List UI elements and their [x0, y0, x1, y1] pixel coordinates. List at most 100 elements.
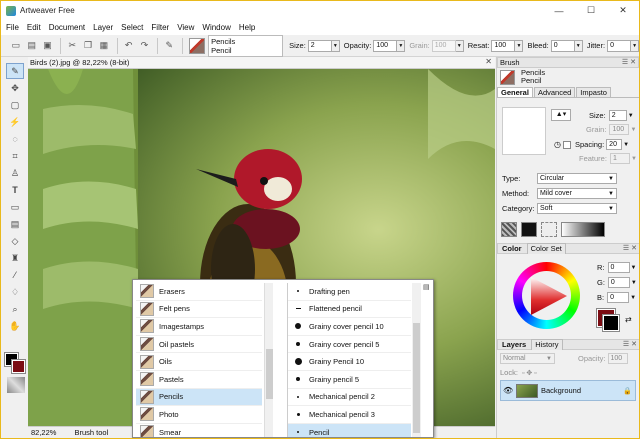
eyedropper-icon[interactable]: ⁄ — [6, 267, 24, 283]
menu-filter[interactable]: Filter — [151, 23, 169, 32]
brush-scrollbar[interactable] — [412, 283, 421, 437]
text-tool-icon[interactable]: T — [6, 182, 24, 198]
list-item[interactable]: Grainy cover pencil 10 — [288, 318, 411, 336]
magic-wand-icon[interactable]: ⚡ — [6, 114, 24, 130]
redo-icon[interactable]: ↷ — [138, 39, 152, 53]
brush-selector[interactable]: Pencils Pencil — [189, 34, 284, 57]
size-dropdown-icon[interactable]: ▼ — [331, 39, 340, 52]
opacity-input[interactable]: 100 — [373, 39, 398, 52]
grain-input[interactable]: 100 — [609, 124, 630, 135]
lock-icons[interactable]: ▫ ✥ ▫ — [522, 369, 537, 377]
list-item[interactable]: Mechanical pencil 3 — [288, 406, 411, 424]
close-button[interactable]: ✕ — [607, 1, 639, 20]
panel-menu-icon[interactable]: ☰ ✕ — [623, 340, 637, 348]
color-swatches[interactable] — [4, 352, 26, 375]
menu-file[interactable]: File — [6, 23, 19, 32]
list-item[interactable]: Grainy pencil 5 — [288, 371, 411, 389]
fill-bucket-icon[interactable]: ♜ — [6, 250, 24, 266]
eraser-icon[interactable]: ◇ — [6, 233, 24, 249]
zoom-icon[interactable]: ⌕ — [6, 301, 24, 317]
jitter-dropdown-icon[interactable]: ▼ — [631, 39, 639, 52]
spacing-checkbox[interactable] — [562, 140, 571, 149]
size-dropdown-icon[interactable]: ▼ — [628, 113, 634, 119]
spacing-input[interactable]: 20 — [606, 139, 623, 150]
brush-tool-icon[interactable]: ✎ — [162, 39, 176, 53]
grain-dropdown-icon[interactable]: ▼ — [630, 127, 636, 133]
list-item[interactable]: Grainy Pencil 10 — [288, 353, 411, 371]
lasso-icon[interactable]: ◌ — [6, 131, 24, 147]
pattern-icon[interactable] — [541, 222, 557, 237]
open-icon[interactable]: ▤ — [25, 39, 39, 53]
tab-advanced[interactable]: Advanced — [533, 87, 576, 97]
popup-menu-icon[interactable]: ▤ — [423, 283, 432, 292]
list-item[interactable]: Imagestamps — [136, 318, 262, 336]
menu-help[interactable]: Help — [239, 23, 255, 32]
list-item[interactable]: Pastels — [136, 371, 262, 389]
list-item[interactable]: Mechanical pencil 2 — [288, 389, 411, 407]
menu-select[interactable]: Select — [121, 23, 143, 32]
save-icon[interactable]: ▣ — [41, 39, 55, 53]
zoom-level[interactable]: 82,22% — [31, 428, 56, 437]
crop-icon[interactable]: ⌗ — [6, 148, 24, 164]
copy-icon[interactable]: ❐ — [81, 39, 95, 53]
spacing-auto-icon[interactable]: ◷ — [554, 140, 561, 149]
r-dropdown-icon[interactable]: ▼ — [631, 265, 637, 271]
r-input[interactable]: 0 — [607, 262, 630, 273]
layer-opacity-input[interactable]: 100 — [607, 353, 628, 364]
texture-icon[interactable] — [7, 377, 25, 393]
paste-icon[interactable]: ▦ — [97, 39, 111, 53]
shape-tool-icon[interactable]: ▭ — [6, 199, 24, 215]
close-document-icon[interactable]: ✕ — [485, 57, 492, 66]
size-input[interactable]: 2 — [608, 110, 627, 121]
blur-icon[interactable]: ♢ — [6, 284, 24, 300]
grain-dropdown-icon[interactable]: ▼ — [455, 39, 464, 52]
gradient-preview[interactable] — [561, 222, 605, 237]
bleed-dropdown-icon[interactable]: ▼ — [574, 39, 583, 52]
panel-menu-icon[interactable]: ☰ ✕ — [622, 58, 636, 66]
b-input[interactable]: 0 — [607, 292, 630, 303]
maximize-button[interactable]: ☐ — [575, 1, 607, 20]
menu-window[interactable]: Window — [202, 23, 230, 32]
undo-icon[interactable]: ↶ — [122, 39, 136, 53]
list-item[interactable]: Grainy cover pencil 5 — [288, 336, 411, 354]
cut-icon[interactable]: ✂ — [65, 39, 79, 53]
brush-tool-icon[interactable]: ✎ — [6, 63, 24, 79]
brush-current[interactable]: Pencils Pencil — [497, 68, 639, 86]
gradient-icon[interactable]: ▤ — [6, 216, 24, 232]
rect-select-icon[interactable]: ▢ — [6, 97, 24, 113]
list-item[interactable]: Smear — [136, 424, 262, 437]
jitter-input[interactable]: 0 — [607, 39, 632, 52]
blend-mode-select[interactable]: Normal ▼ — [500, 353, 555, 364]
foreground-color-preview[interactable] — [602, 314, 620, 332]
scrollbar-thumb[interactable] — [266, 349, 273, 399]
g-input[interactable]: 0 — [607, 277, 630, 288]
color-triangle[interactable] — [525, 274, 569, 318]
minimize-button[interactable]: — — [543, 1, 575, 20]
document-tab[interactable]: Birds (2).jpg @ 82,22% (8-bit) ✕ — [28, 57, 495, 69]
list-item-selected[interactable]: Pencil — [288, 423, 411, 437]
scrollbar-thumb[interactable] — [413, 323, 420, 433]
feature-input[interactable]: 1 — [609, 153, 630, 164]
b-dropdown-icon[interactable]: ▼ — [630, 295, 636, 301]
menu-layer[interactable]: Layer — [93, 23, 113, 32]
method-select[interactable]: Mild cover ▼ — [537, 188, 617, 199]
tab-layers[interactable]: Layers — [500, 340, 528, 350]
tab-color-set[interactable]: Color Set — [526, 243, 566, 254]
swap-colors-icon[interactable]: ⇄ — [625, 315, 632, 324]
menu-view[interactable]: View — [177, 23, 194, 32]
resat-dropdown-icon[interactable]: ▼ — [515, 39, 524, 52]
category-select[interactable]: Soft ▼ — [537, 203, 617, 214]
list-item[interactable]: Flattened pencil — [288, 301, 411, 319]
brush-shape-icon[interactable]: ▲▾ — [551, 109, 571, 121]
visibility-eye-icon[interactable]: 👁 — [503, 386, 513, 395]
spacing-dropdown-icon[interactable]: ▼ — [623, 142, 629, 148]
tab-impasto[interactable]: Impasto — [576, 87, 611, 97]
color-preview[interactable] — [596, 308, 623, 332]
menu-document[interactable]: Document — [49, 23, 85, 32]
list-item[interactable]: Drafting pen — [288, 283, 411, 301]
resat-input[interactable]: 100 — [491, 39, 516, 52]
tab-general[interactable]: General — [497, 87, 533, 97]
grain-input[interactable]: 100 — [431, 39, 456, 52]
background-color-swatch[interactable] — [11, 359, 26, 374]
hand-icon[interactable]: ✋ — [6, 318, 24, 334]
